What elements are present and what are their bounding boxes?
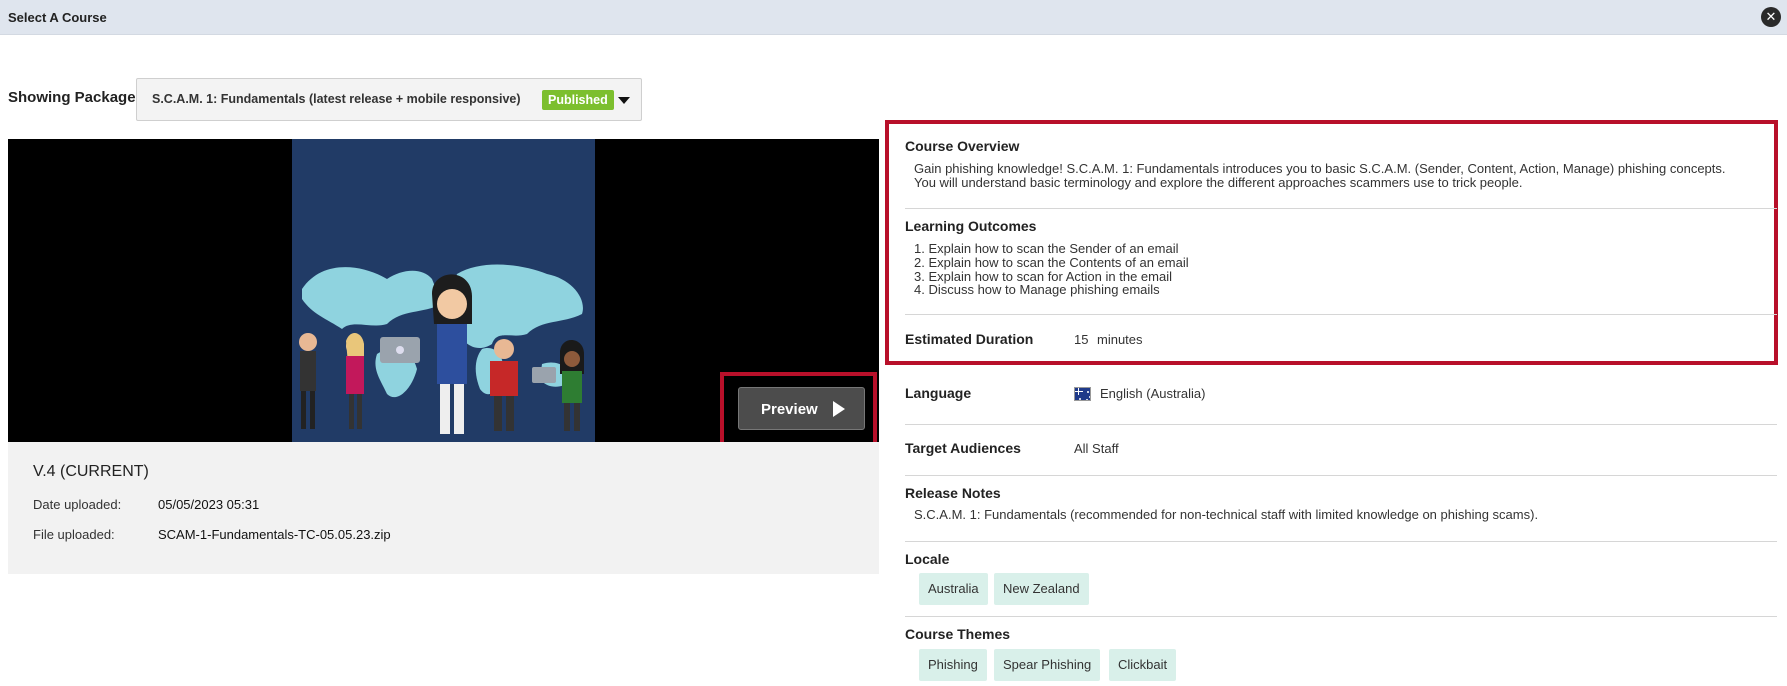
preview-button-label: Preview <box>761 401 818 418</box>
language-value: English (Australia) <box>1100 386 1206 401</box>
divider <box>905 616 1777 617</box>
learning-outcomes-title: Learning Outcomes <box>905 218 1037 234</box>
target-audiences-label: Target Audiences <box>905 440 1021 456</box>
divider <box>905 541 1777 542</box>
divider <box>905 208 1777 209</box>
play-icon <box>833 401 845 417</box>
preview-button[interactable]: Preview <box>738 387 865 430</box>
date-uploaded-value: 05/05/2023 05:31 <box>158 497 260 512</box>
language-label: Language <box>905 385 972 401</box>
course-overview-line-2: You will understand basic terminology an… <box>914 175 1523 190</box>
australia-flag-icon <box>1074 387 1091 401</box>
estimated-duration-unit: minutes <box>1097 332 1143 347</box>
dialog-title: Select A Course <box>8 10 107 25</box>
divider <box>905 475 1777 476</box>
package-name: S.C.A.M. 1: Fundamentals (latest release… <box>152 92 521 106</box>
theme-chip: Clickbait <box>1109 649 1177 681</box>
learning-outcome-item: 1. Explain how to scan the Sender of an … <box>914 241 1179 256</box>
version-panel: V.4 (CURRENT) Date uploaded: 05/05/2023 … <box>8 442 879 574</box>
release-notes-text: S.C.A.M. 1: Fundamentals (recommended fo… <box>914 507 1539 522</box>
status-badge: Published <box>542 90 614 110</box>
close-icon[interactable]: ✕ <box>1761 7 1781 27</box>
release-notes-label: Release Notes <box>905 485 1001 501</box>
package-dropdown[interactable]: S.C.A.M. 1: Fundamentals (latest release… <box>136 78 642 121</box>
course-overview-title: Course Overview <box>905 138 1020 154</box>
locale-chip: New Zealand <box>994 573 1089 605</box>
target-audiences-value: All Staff <box>1074 441 1119 456</box>
chevron-down-icon[interactable] <box>618 97 630 104</box>
locale-chip: Australia <box>919 573 988 605</box>
locale-label: Locale <box>905 551 950 567</box>
theme-chip: Phishing <box>919 649 987 681</box>
package-label: Showing Package <box>8 89 136 106</box>
theme-chip: Spear Phishing <box>994 649 1101 681</box>
estimated-duration-label: Estimated Duration <box>905 331 1034 347</box>
file-uploaded-label: File uploaded: <box>33 527 115 542</box>
learning-outcome-item: 2. Explain how to scan the Contents of a… <box>914 255 1189 270</box>
learning-outcome-item: 4. Discuss how to Manage phishing emails <box>914 282 1160 297</box>
version-title: V.4 (CURRENT) <box>33 463 149 480</box>
world-map-illustration <box>292 139 595 442</box>
course-themes-label: Course Themes <box>905 626 1011 642</box>
estimated-duration-value: 15 <box>1074 332 1089 347</box>
course-thumbnail <box>292 139 595 442</box>
divider <box>905 424 1777 425</box>
course-overview-line-1: Gain phishing knowledge! S.C.A.M. 1: Fun… <box>914 161 1726 176</box>
divider <box>905 314 1777 315</box>
file-uploaded-value: SCAM-1-Fundamentals-TC-05.05.23.zip <box>158 527 391 542</box>
dialog-title-bar: Select A Course ✕ <box>0 0 1787 35</box>
date-uploaded-label: Date uploaded: <box>33 497 122 512</box>
